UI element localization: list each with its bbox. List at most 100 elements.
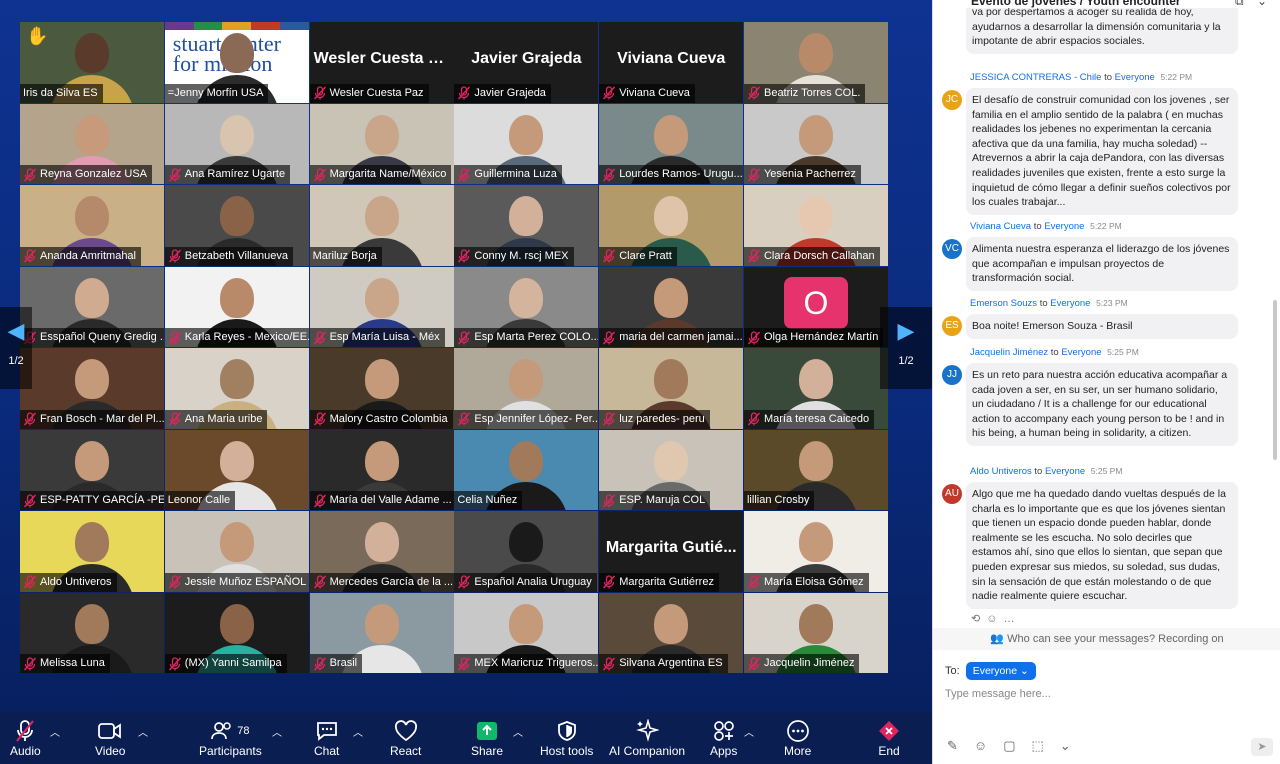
screenshot-icon[interactable]: ⬚: [1031, 738, 1043, 754]
emoji-icon[interactable]: ☺: [974, 738, 987, 754]
video-tile[interactable]: ESP-PATTY GARCÍA -PER...: [20, 429, 164, 510]
video-tile[interactable]: ✋ Iris da Silva ES: [20, 22, 164, 103]
sender-name[interactable]: JESSICA CONTRERAS - Chile: [970, 72, 1101, 83]
video-tile[interactable]: Margarita Name/México: [309, 103, 454, 184]
ai-companion-button[interactable]: AI Companion: [609, 718, 685, 758]
video-tile[interactable]: María del Valle Adame ...: [309, 429, 454, 510]
video-tile[interactable]: Clara Dorsch Callahan: [743, 185, 888, 266]
video-button[interactable]: Video: [95, 718, 125, 758]
end-meeting-icon: [877, 718, 901, 744]
audio-button[interactable]: Audio: [10, 718, 41, 758]
video-tile[interactable]: ESP. Maruja COL: [599, 429, 744, 510]
sender-name[interactable]: Emerson Souzs: [970, 298, 1037, 309]
video-tile[interactable]: Esp Marta Perez COLO...: [454, 266, 599, 347]
video-tile[interactable]: lillian Crosby: [743, 429, 888, 510]
share-options-caret[interactable]: ︿: [513, 724, 523, 739]
chat-message: Boa noite! Emerson Souza - Brasil: [966, 314, 1238, 339]
sender-name[interactable]: Jacquelin Jiménez: [970, 347, 1048, 358]
apps-options-caret[interactable]: ︿: [744, 724, 754, 739]
file-icon[interactable]: ▢: [1003, 738, 1015, 754]
recipient-dropdown[interactable]: Everyone ⌄: [965, 662, 1036, 680]
participant-silhouette-head: [654, 603, 689, 644]
chevron-left-icon: ◀: [7, 318, 25, 343]
participant-name: Karla Reyes - Mexico/EE...: [184, 331, 309, 343]
video-tile[interactable]: Jacquelin Jiménez: [743, 592, 888, 673]
video-tile[interactable]: María teresa Caicedo: [743, 348, 888, 429]
video-tile[interactable]: Mariluz Borja: [309, 185, 454, 266]
muted-mic-icon: [313, 656, 327, 671]
video-tile[interactable]: (MX) Yanni Samilpa: [164, 592, 309, 673]
video-tile[interactable]: luz paredes- peru: [599, 348, 744, 429]
video-options-caret[interactable]: ︿: [138, 724, 148, 739]
video-tile[interactable]: Javier Grajeda Javier Grajeda: [454, 22, 599, 103]
video-tile[interactable]: Malory Castro Colombia: [309, 348, 454, 429]
video-tile[interactable]: Fran Bosch - Mar del Pl...: [20, 348, 164, 429]
share-button[interactable]: Share: [471, 718, 503, 758]
host-tools-button[interactable]: Host tools: [540, 718, 593, 758]
message-input[interactable]: [945, 688, 1265, 700]
end-button[interactable]: End: [877, 718, 901, 758]
video-tile[interactable]: Karla Reyes - Mexico/EE...: [164, 266, 309, 347]
sender-name[interactable]: Aldo Untiveros: [970, 466, 1032, 477]
format-icon[interactable]: ✎: [947, 738, 958, 754]
chat-scrollbar[interactable]: [1273, 300, 1277, 460]
send-button[interactable]: ➤: [1251, 738, 1273, 756]
reply-icon[interactable]: ⟲: [971, 613, 986, 625]
video-tile[interactable]: Mercedes García de la ...: [309, 511, 454, 592]
video-tile[interactable]: MEX Maricruz Trigueros...: [454, 592, 599, 673]
video-tile[interactable]: Ana Maria uribe: [164, 348, 309, 429]
video-tile[interactable]: Brasil: [309, 592, 454, 673]
video-tile[interactable]: Jessie Muñoz ESPAÑOL: [164, 511, 309, 592]
chat-button[interactable]: Chat: [314, 718, 339, 758]
video-tile[interactable]: Guillermina Luza: [454, 103, 599, 184]
audio-options-caret[interactable]: ︿: [50, 724, 60, 739]
video-tile[interactable]: Betzabeth Villanueva: [164, 185, 309, 266]
video-tile[interactable]: Clare Pratt: [599, 185, 744, 266]
sender-name[interactable]: Viviana Cueva: [970, 221, 1031, 232]
message-actions[interactable]: ⟲☺…: [971, 612, 1020, 625]
participant-name-bar: Betzabeth Villanueva: [164, 246, 293, 266]
chevron-down-icon[interactable]: ⌄: [1257, 0, 1267, 8]
video-tile[interactable]: Aldo Untiveros: [20, 511, 164, 592]
video-tile[interactable]: Celia Nuñez: [454, 429, 599, 510]
video-tile[interactable]: Viviana Cueva Viviana Cueva: [599, 22, 744, 103]
video-tile[interactable]: maria del carmen jamai...: [599, 266, 744, 347]
video-tile[interactable]: Wesler Cuesta Paz Wesler Cuesta Paz: [309, 22, 454, 103]
video-tile[interactable]: Esp María Luisa - Méx: [309, 266, 454, 347]
more-tools-icon[interactable]: ⌄: [1060, 738, 1071, 754]
previous-page-button[interactable]: ◀ 1/2: [0, 307, 32, 389]
participants-options-caret[interactable]: ︿: [272, 724, 282, 739]
emoji-react-icon[interactable]: ☺: [986, 613, 1003, 625]
video-tile[interactable]: O Olga Hernández Martín: [743, 266, 888, 347]
participant-name: Mercedes García de la ...: [329, 575, 454, 588]
video-tile[interactable]: Esp Jennifer López- Per...: [454, 348, 599, 429]
react-button[interactable]: React: [390, 718, 421, 758]
video-tile[interactable]: Español Analia Uruguay: [454, 511, 599, 592]
recipient-name: Everyone: [1061, 347, 1102, 358]
participants-button[interactable]: 78 Participants: [199, 718, 262, 758]
more-options-icon[interactable]: …: [1003, 613, 1020, 625]
video-tile[interactable]: Margarita Gutié... Margarita Gutiérrez: [599, 511, 744, 592]
video-tile[interactable]: Ana Ramírez Ugarte: [164, 103, 309, 184]
end-label: End: [878, 744, 900, 758]
video-tile[interactable]: Lourdes Ramos- Urugu...: [599, 103, 744, 184]
video-tile[interactable]: Reyna Gonzalez USA: [20, 103, 164, 184]
video-tile[interactable]: Leonor Calle: [164, 429, 309, 510]
participants-icon: [211, 722, 231, 740]
video-tile[interactable]: Beatriz Torres COL.: [743, 22, 888, 103]
recipient-name: Everyone: [1114, 72, 1155, 83]
video-tile[interactable]: Silvana Argentina ES: [599, 592, 744, 673]
video-tile[interactable]: Melissa Luna: [20, 592, 164, 673]
video-tile[interactable]: Yesenia Pacherrez: [743, 103, 888, 184]
video-tile[interactable]: Esspañol Queny Gredig ...: [20, 266, 164, 347]
apps-button[interactable]: Apps: [710, 718, 737, 758]
video-tile[interactable]: stuart center for mission=Jenny Morfín U…: [164, 22, 309, 103]
video-tile[interactable]: María Eloisa Gómez: [743, 511, 888, 592]
video-tile[interactable]: Ananda Amritmahal: [20, 185, 164, 266]
more-button[interactable]: More: [784, 718, 811, 758]
video-tile[interactable]: Conny M. rscj MEX: [454, 185, 599, 266]
recipient-name: Everyone: [1045, 466, 1086, 477]
next-page-button[interactable]: ▶ 1/2: [880, 307, 932, 389]
chat-options-caret[interactable]: ︿: [353, 724, 363, 739]
privacy-notice[interactable]: 👥 Who can see your messages? Recording o…: [933, 628, 1280, 650]
